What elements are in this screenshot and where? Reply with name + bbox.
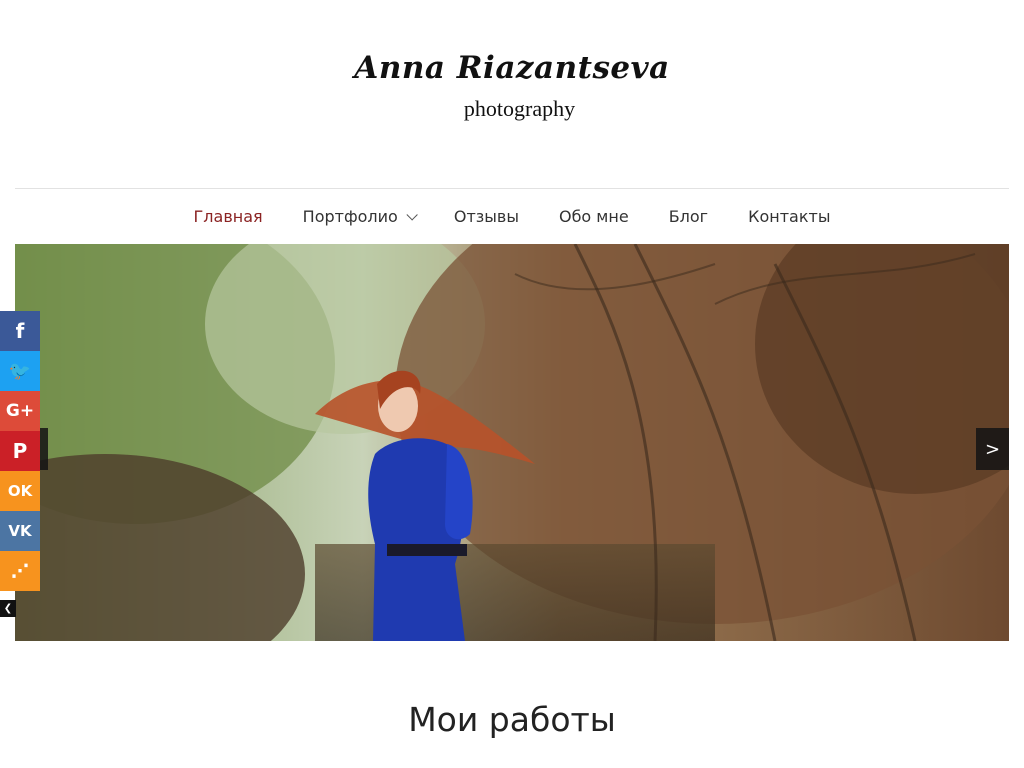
facebook-icon: f xyxy=(15,319,25,343)
odnoklassniki-icon: OK xyxy=(7,482,33,500)
twitter-icon: 🐦 xyxy=(8,360,32,382)
site-logo-subtitle: photography xyxy=(463,96,576,121)
site-logo-title[interactable]: Anna Riazantseva xyxy=(0,50,1024,86)
nav-item-label: Блог xyxy=(668,207,709,226)
chevron-down-icon xyxy=(406,208,418,221)
site-header: Anna Riazantseva photography xyxy=(0,0,1024,188)
nav-item-home[interactable]: Главная xyxy=(174,207,283,226)
main-nav: Главная Портфолио Отзывы Обо мне Блог Ко… xyxy=(15,189,1009,244)
slider-next-button[interactable]: > xyxy=(976,428,1009,470)
share-google-plus-button[interactable]: G+ xyxy=(0,391,40,431)
nav-item-label: Обо мне xyxy=(558,207,629,226)
pinterest-icon: P xyxy=(12,439,28,463)
nav-item-portfolio[interactable]: Портфолио xyxy=(283,207,434,226)
nav-item-label: Портфолио xyxy=(302,207,398,226)
google-plus-icon: G+ xyxy=(5,401,35,421)
nav-item-label: Отзывы xyxy=(453,207,519,226)
share-twitter-button[interactable]: 🐦 xyxy=(0,351,40,391)
share-icon: ⋰ xyxy=(11,560,29,582)
section-title: Мои работы xyxy=(408,700,616,739)
nav-item-reviews[interactable]: Отзывы xyxy=(434,207,539,226)
hero-photo xyxy=(15,244,1009,641)
vk-icon: VK xyxy=(8,522,32,540)
nav-item-blog[interactable]: Блог xyxy=(649,207,728,226)
share-vk-button[interactable]: VK xyxy=(0,511,40,551)
nav-item-about[interactable]: Обо мне xyxy=(539,207,649,226)
share-pinterest-button[interactable]: P xyxy=(0,431,40,471)
social-share-bar: f 🐦 G+ P OK VK ⋰ xyxy=(0,311,40,591)
share-bar-toggle[interactable]: ❮ xyxy=(0,600,16,617)
share-facebook-button[interactable]: f xyxy=(0,311,40,351)
nav-item-contacts[interactable]: Контакты xyxy=(728,207,850,226)
nav-item-label: Контакты xyxy=(748,207,831,226)
hero-slider: < > xyxy=(15,244,1009,641)
share-odnoklassniki-button[interactable]: OK xyxy=(0,471,40,511)
nav-item-label: Главная xyxy=(193,207,263,226)
share-more-button[interactable]: ⋰ xyxy=(0,551,40,591)
